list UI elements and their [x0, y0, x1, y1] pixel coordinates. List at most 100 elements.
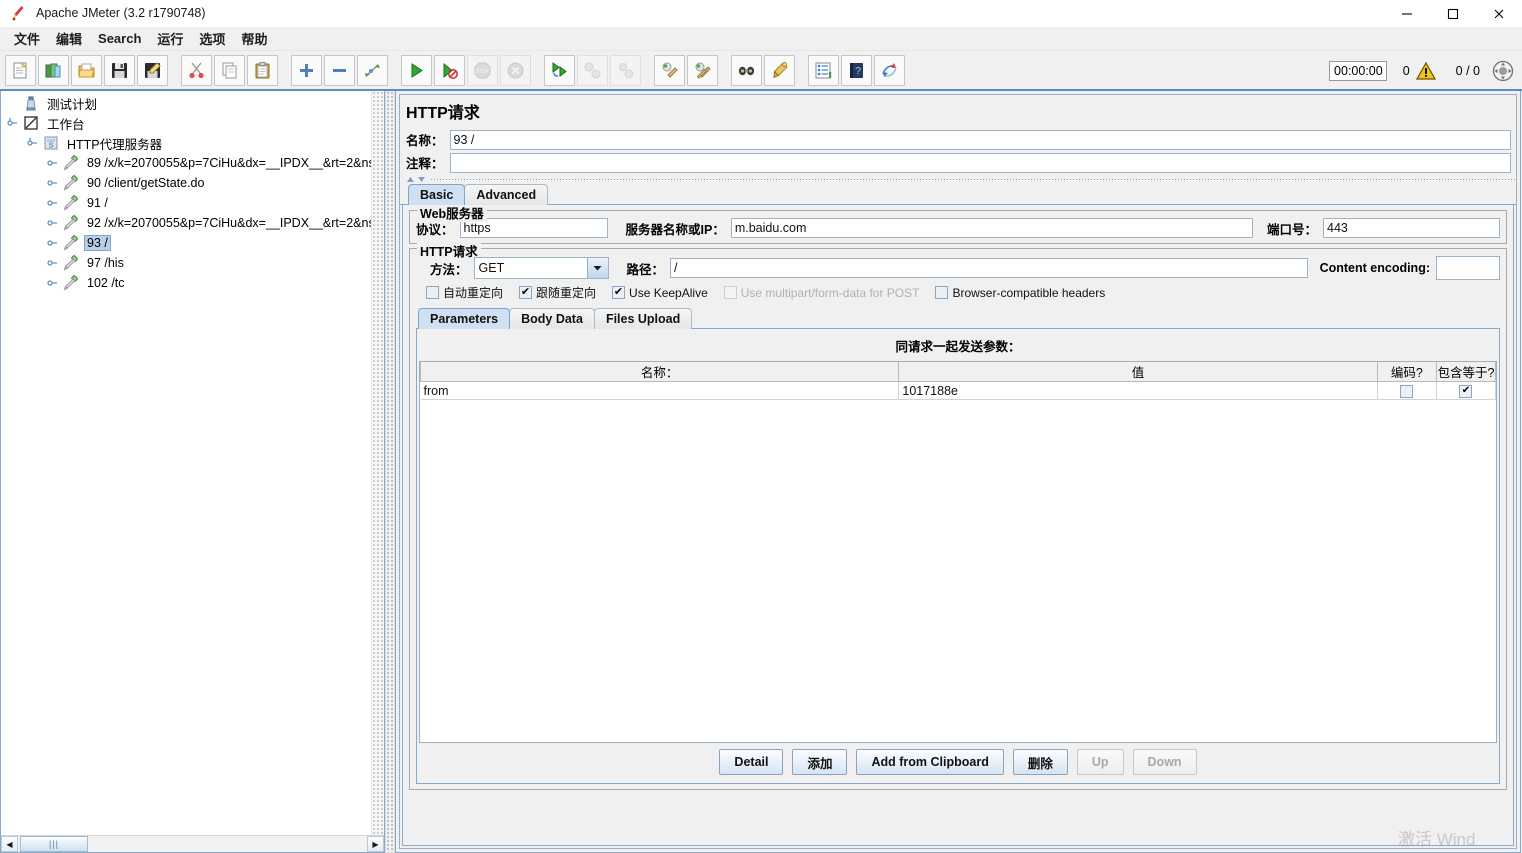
- tree-expander-icon[interactable]: [45, 193, 61, 213]
- templates-icon[interactable]: [38, 54, 69, 86]
- start-icon[interactable]: [401, 54, 432, 86]
- shutdown-remote-icon[interactable]: [610, 54, 641, 86]
- scroll-left-arrow-icon[interactable]: ◀: [1, 836, 18, 852]
- search-reset-icon[interactable]: [764, 54, 795, 86]
- method-select[interactable]: GET: [473, 257, 609, 279]
- clear-icon[interactable]: [654, 54, 685, 86]
- start-no-pause-icon[interactable]: [434, 54, 465, 86]
- checkbox-box[interactable]: ✔: [519, 286, 533, 299]
- server-input[interactable]: [730, 218, 1253, 238]
- tree-expander-icon[interactable]: [45, 173, 61, 193]
- tree-node[interactable]: 92 /x/k=2070055&p=7CiHu&dx=__IPDX__&rt=2…: [1, 213, 371, 233]
- function-helper-icon[interactable]: [808, 54, 839, 86]
- open-icon[interactable]: [71, 54, 102, 86]
- col-encode[interactable]: 编码?: [1376, 362, 1437, 382]
- shutdown-icon[interactable]: [500, 54, 531, 86]
- undo-redo-icon[interactable]: [874, 54, 905, 86]
- tree-expander-icon[interactable]: [45, 153, 61, 173]
- stop-remote-icon[interactable]: [577, 54, 608, 86]
- hscroll-thumb[interactable]: |||: [20, 836, 88, 852]
- test-plan-tree[interactable]: 测试计划 工作台 S HTTP代理服务器 89 /x/k=2070055&p=7CiHu…: [1, 91, 371, 835]
- checkbox-box[interactable]: [935, 286, 949, 299]
- col-value[interactable]: 值: [898, 362, 1378, 382]
- tree-expander-icon[interactable]: [45, 213, 61, 233]
- tab-parameters[interactable]: Parameters: [418, 308, 511, 329]
- content-encoding-input[interactable]: [1436, 256, 1500, 280]
- tree-node[interactable]: 97 /his: [1, 253, 371, 273]
- menu-search[interactable]: Search: [90, 29, 149, 48]
- tree-expander-icon[interactable]: [45, 233, 61, 253]
- tab-files-upload[interactable]: Files Upload: [593, 308, 693, 329]
- encode-checkbox[interactable]: [1400, 384, 1414, 398]
- start-remote-icon[interactable]: [544, 54, 575, 86]
- menu-edit[interactable]: 编辑: [48, 27, 90, 50]
- tree-node[interactable]: S HTTP代理服务器: [1, 133, 371, 153]
- checkbox-box[interactable]: ✔: [612, 286, 626, 299]
- tree-expander-icon[interactable]: [5, 113, 21, 133]
- name-input[interactable]: [449, 129, 1511, 150]
- tree-horizontal-scrollbar[interactable]: ◀ ||| ▶: [1, 835, 384, 852]
- menu-file[interactable]: 文件: [6, 27, 48, 50]
- clear-all-icon[interactable]: [687, 54, 718, 86]
- warning-icon[interactable]: [1415, 62, 1436, 80]
- menu-run[interactable]: 运行: [149, 27, 191, 50]
- tree-expander-icon[interactable]: [45, 253, 61, 273]
- cell-encode[interactable]: [1377, 381, 1437, 400]
- tree-node[interactable]: 工作台: [1, 113, 371, 133]
- tree-expander-icon[interactable]: [45, 273, 61, 293]
- scroll-right-arrow-icon[interactable]: ▶: [367, 836, 384, 852]
- comment-input[interactable]: [449, 152, 1511, 173]
- close-button[interactable]: [1476, 0, 1522, 27]
- cell-param-value[interactable]: 1017188e: [898, 381, 1378, 400]
- col-name[interactable]: 名称：: [420, 362, 900, 382]
- expand-all-icon[interactable]: [291, 54, 322, 86]
- browser-compatible-headers-checkbox[interactable]: Browser-compatible headers: [935, 286, 1105, 300]
- minimize-button[interactable]: [1384, 0, 1430, 27]
- collapse-all-icon[interactable]: [324, 54, 355, 86]
- hscroll-track[interactable]: |||: [18, 836, 367, 852]
- split-divider[interactable]: [385, 91, 395, 853]
- tree-node[interactable]: 89 /x/k=2070055&p=7CiHu&dx=__IPDX__&rt=2…: [1, 153, 371, 173]
- chevron-down-icon[interactable]: [586, 258, 608, 278]
- tab-advanced[interactable]: Advanced: [464, 184, 549, 205]
- help-icon[interactable]: ?: [841, 54, 872, 86]
- menu-options[interactable]: 选项: [191, 27, 233, 50]
- copy-icon[interactable]: [214, 54, 245, 86]
- include-equals-checkbox[interactable]: ✔: [1459, 384, 1473, 398]
- detail-button[interactable]: Detail: [719, 749, 784, 775]
- save-as-icon[interactable]: [137, 54, 168, 86]
- paste-icon[interactable]: [247, 54, 278, 86]
- delete-button[interactable]: 删除: [1012, 749, 1068, 775]
- path-input[interactable]: [670, 258, 1308, 278]
- follow-redirects-checkbox[interactable]: ✔ 跟随重定向: [519, 284, 596, 301]
- tree-node[interactable]: 测试计划: [1, 93, 371, 113]
- stop-icon[interactable]: STOP: [467, 54, 498, 86]
- auto-redirect-checkbox[interactable]: 自动重定向: [426, 284, 503, 301]
- maximize-button[interactable]: [1430, 0, 1476, 27]
- tree-vertical-scrollbar[interactable]: [371, 91, 384, 835]
- tree-node[interactable]: 91 /: [1, 193, 371, 213]
- cut-icon[interactable]: [181, 54, 212, 86]
- add-button[interactable]: 添加: [792, 749, 848, 775]
- tree-expander-icon[interactable]: [25, 133, 41, 153]
- add-from-clipboard-button[interactable]: Add from Clipboard: [856, 749, 1004, 775]
- search-icon[interactable]: [731, 54, 762, 86]
- tab-basic[interactable]: Basic: [408, 184, 466, 205]
- tree-node[interactable]: 93 /: [1, 233, 371, 253]
- new-icon[interactable]: [5, 54, 36, 86]
- tree-node[interactable]: 90 /client/getState.do: [1, 173, 371, 193]
- save-icon[interactable]: [104, 54, 135, 86]
- col-include-equals[interactable]: 包含等于?: [1435, 362, 1496, 382]
- tree-expander-icon[interactable]: [5, 93, 21, 113]
- menu-help[interactable]: 帮助: [233, 27, 275, 50]
- use-keepalive-checkbox[interactable]: ✔ Use KeepAlive: [612, 286, 708, 300]
- table-row[interactable]: from 1017188e ✔: [420, 381, 1496, 400]
- cell-param-name[interactable]: from: [420, 381, 900, 400]
- port-input[interactable]: [1323, 218, 1500, 238]
- table-empty-area[interactable]: [420, 400, 1496, 742]
- checkbox-box[interactable]: [426, 286, 439, 299]
- tree-node[interactable]: 102 /tc: [1, 273, 371, 293]
- tab-body-data[interactable]: Body Data: [509, 308, 595, 329]
- toggle-icon[interactable]: [357, 54, 388, 86]
- cell-include-equals[interactable]: ✔: [1436, 381, 1496, 400]
